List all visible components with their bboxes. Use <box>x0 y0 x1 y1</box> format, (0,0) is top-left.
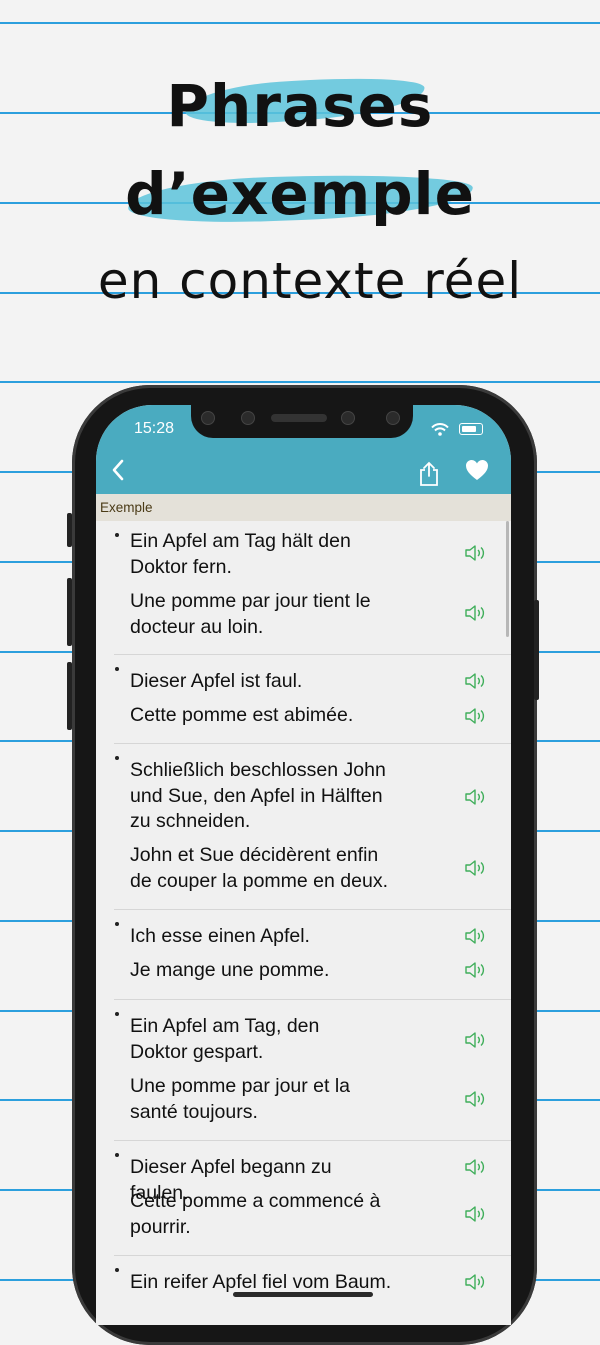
speaker-icon[interactable] <box>464 707 486 725</box>
speaker-icon[interactable] <box>464 1031 486 1049</box>
speaker-icon[interactable] <box>464 1273 486 1291</box>
speaker-icon[interactable] <box>464 859 486 877</box>
example-german: Schließlich beschlossen John und Sue, de… <box>130 759 386 832</box>
phone-side-button <box>67 662 72 730</box>
speaker-icon[interactable] <box>464 1158 486 1176</box>
headline-line-1: Phrases <box>166 72 434 140</box>
speaker-icon[interactable] <box>464 544 486 562</box>
speaker-icon[interactable] <box>464 961 486 979</box>
heart-icon[interactable] <box>465 459 489 486</box>
chevron-left-icon[interactable] <box>106 457 130 488</box>
example-german: Dieser Apfel ist faul. <box>130 670 303 692</box>
example-german: Ein Apfel am Tag hält den Doktor fern. <box>130 530 351 578</box>
paper-line <box>0 381 600 383</box>
speaker-icon[interactable] <box>464 1205 486 1223</box>
example-french: Cette pomme a commencé à pourrir. <box>130 1190 381 1238</box>
example-german: Ein Apfel am Tag, den Doktor gespart. <box>130 1015 320 1063</box>
speaker-icon[interactable] <box>464 788 486 806</box>
camera-icon <box>341 411 355 425</box>
list-item[interactable]: Dieser Apfel begann zu faulen. Cette pom… <box>114 1141 511 1256</box>
example-french: Cette pomme est abimée. <box>130 704 354 726</box>
battery-icon <box>459 423 483 436</box>
example-french: Une pomme par jour tient le docteur au l… <box>130 590 371 638</box>
share-icon[interactable] <box>418 461 440 492</box>
example-german: Ich esse einen Apfel. <box>130 925 310 947</box>
example-french: John et Sue décidèrent enfin de couper l… <box>130 844 388 892</box>
list-item[interactable]: Ein Apfel am Tag hält den Doktor fern. U… <box>114 521 511 655</box>
example-french: Une pomme par jour et la santé toujours. <box>130 1075 351 1123</box>
phone-side-button <box>67 578 72 646</box>
phone-screen: 15:28 Exemple Ein Apfel am Tag hält den … <box>96 405 511 1325</box>
camera-icon <box>386 411 400 425</box>
phone-notch <box>191 405 413 438</box>
speaker-icon[interactable] <box>464 927 486 945</box>
list-item[interactable]: Schließlich beschlossen John und Sue, de… <box>114 744 511 910</box>
headline-line-3: en contexte réel <box>97 252 523 310</box>
list-item[interactable]: Dieser Apfel ist faul. Cette pomme est a… <box>114 655 511 744</box>
speaker-icon[interactable] <box>464 1090 486 1108</box>
speaker-grille <box>271 414 327 422</box>
section-header: Exemple <box>96 494 511 521</box>
speaker-icon[interactable] <box>464 672 486 690</box>
example-french: Je mange une pomme. <box>130 959 330 981</box>
camera-icon <box>201 411 215 425</box>
home-indicator[interactable] <box>233 1292 373 1297</box>
paper-line <box>0 22 600 24</box>
phone-side-button <box>534 600 539 700</box>
phone-side-button <box>67 513 72 547</box>
status-time: 15:28 <box>134 420 175 437</box>
list-item[interactable]: Ein reifer Apfel fiel vom Baum. <box>114 1256 511 1316</box>
status-icons <box>431 420 483 436</box>
example-list: Ein Apfel am Tag hält den Doktor fern. U… <box>96 521 511 1316</box>
wifi-icon <box>431 422 449 436</box>
camera-icon <box>241 411 255 425</box>
headline-line-2: d’exemple <box>125 160 475 228</box>
scrollbar[interactable] <box>506 521 509 637</box>
list-item[interactable]: Ich esse einen Apfel. Je mange une pomme… <box>114 910 511 1000</box>
list-item[interactable]: Ein Apfel am Tag, den Doktor gespart. Un… <box>114 1000 511 1141</box>
speaker-icon[interactable] <box>464 604 486 622</box>
